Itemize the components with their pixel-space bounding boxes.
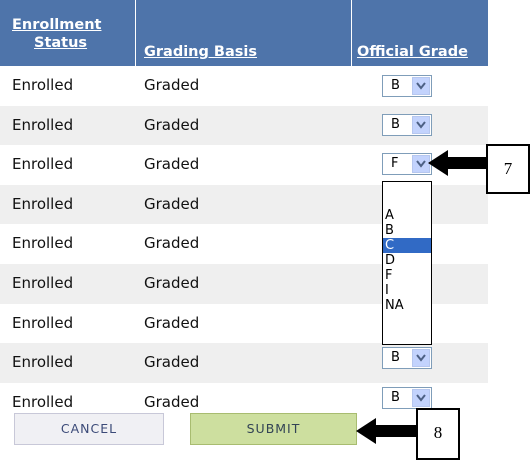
chevron-down-icon[interactable]	[412, 349, 430, 367]
official-grade-select[interactable]: B	[382, 75, 432, 97]
dropdown-option[interactable]: I	[383, 283, 431, 298]
header-grading-basis-link[interactable]: Grading Basis	[144, 43, 257, 61]
official-grade-select[interactable]: F	[382, 153, 432, 175]
official-grade-select[interactable]: B	[382, 347, 432, 369]
cancel-button[interactable]: CANCEL	[14, 413, 164, 445]
grading-basis-cell: Graded	[144, 76, 200, 94]
grading-basis-cell: Graded	[144, 392, 200, 411]
grading-basis-cell: Graded	[144, 353, 200, 372]
grading-basis-cell: Graded	[144, 194, 200, 213]
submit-button[interactable]: SUBMIT	[190, 413, 357, 445]
official-grade-value: B	[391, 390, 400, 405]
header-grading-basis: Grading Basis	[136, 0, 352, 66]
official-grade-value: F	[391, 156, 399, 171]
header-official-grade: Official Grade	[352, 0, 488, 66]
grading-basis-cell: Graded	[144, 115, 200, 134]
header-official-grade-link[interactable]: Official Grade	[357, 43, 468, 61]
grading-basis-cell: Graded	[144, 234, 200, 253]
enrollment-status-cell: Enrolled	[12, 115, 74, 134]
enrollment-status-cell: Enrolled	[12, 313, 74, 332]
dropdown-option-highlighted[interactable]: C	[383, 238, 431, 253]
enrollment-status-cell: Enrolled	[12, 76, 74, 94]
enrollment-status-cell: Enrolled	[12, 353, 74, 372]
header-enrollment-status-link-line1[interactable]: Enrollment	[12, 16, 101, 34]
arrow-left-icon	[356, 418, 418, 444]
enrollment-status-cell: Enrolled	[12, 274, 74, 292]
enrollment-status-cell: Enrolled	[12, 194, 74, 213]
header-enrollment-status: Enrollment Status	[0, 0, 136, 66]
enrollment-status-cell: Enrolled	[12, 392, 74, 411]
header-enrollment-status-link-line2[interactable]: Status	[34, 34, 87, 52]
official-grade-select[interactable]: B	[382, 114, 432, 136]
callout-step-8: 8	[416, 408, 460, 460]
dropdown-option[interactable]: A	[383, 208, 431, 223]
official-grade-value: B	[391, 117, 400, 132]
grading-basis-cell: Graded	[144, 274, 200, 292]
official-grade-value: B	[391, 78, 400, 93]
dropdown-option[interactable]: B	[383, 223, 431, 238]
grade-dropdown-list: A B C D F I NA	[382, 181, 432, 345]
dropdown-option[interactable]: NA	[383, 298, 431, 313]
chevron-down-icon[interactable]	[412, 116, 430, 134]
chevron-down-icon[interactable]	[412, 389, 430, 407]
official-grade-select[interactable]: B	[382, 387, 432, 409]
dropdown-option[interactable]: D	[383, 253, 431, 268]
arrow-left-icon	[428, 150, 488, 176]
chevron-down-icon[interactable]	[412, 77, 430, 95]
grading-basis-cell: Graded	[144, 155, 200, 174]
callout-step-7: 7	[486, 144, 530, 194]
dropdown-option[interactable]: F	[383, 268, 431, 283]
enrollment-status-cell: Enrolled	[12, 234, 74, 253]
official-grade-value: B	[391, 350, 400, 365]
enrollment-status-cell: Enrolled	[12, 155, 74, 174]
dropdown-option[interactable]	[383, 186, 431, 201]
grading-basis-cell: Graded	[144, 313, 200, 332]
